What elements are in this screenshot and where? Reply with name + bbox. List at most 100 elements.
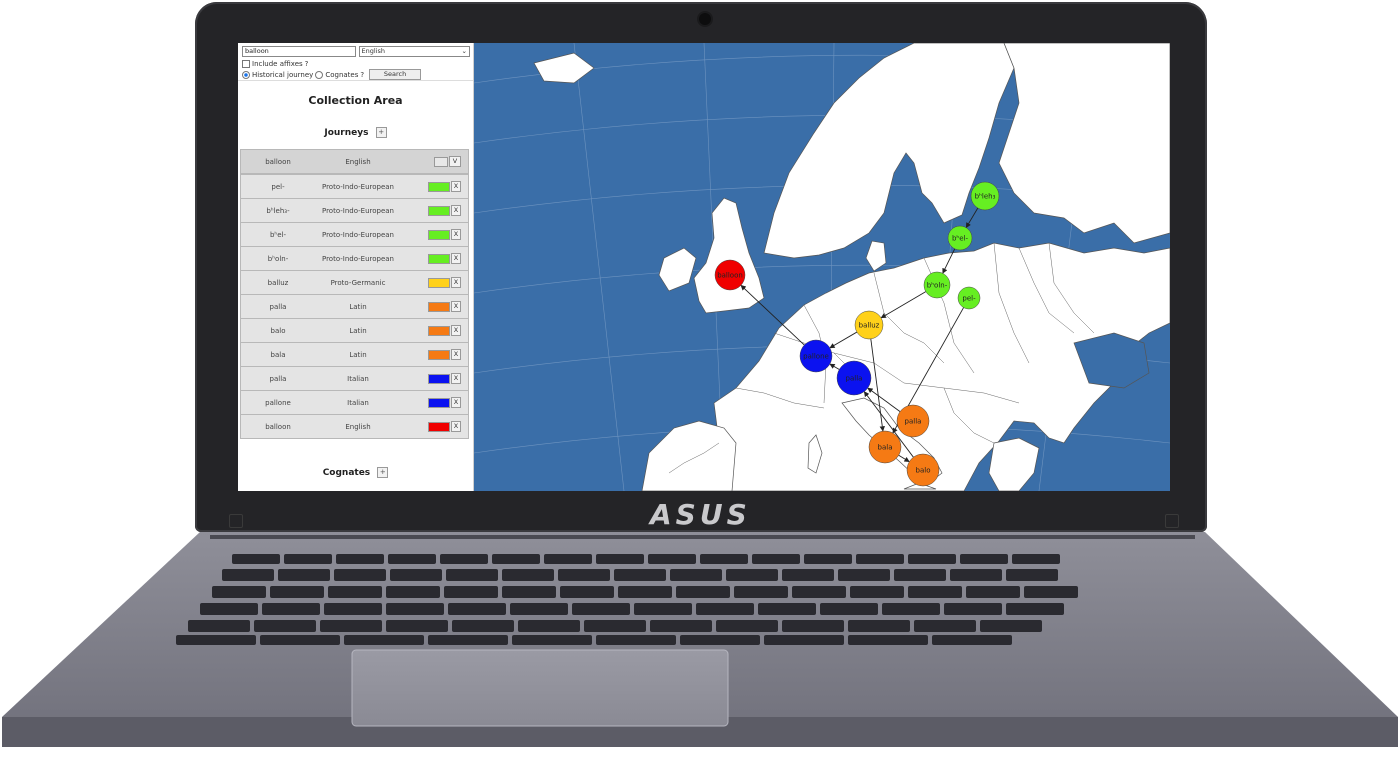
keyboard-key (558, 569, 610, 581)
word-node[interactable]: balloon (714, 259, 746, 291)
word-node[interactable]: balo (906, 453, 940, 487)
keyboard-key (320, 620, 382, 632)
keyboard-key (544, 554, 592, 564)
journey-color-swatch[interactable] (428, 397, 450, 408)
keyboard-key (188, 620, 250, 632)
keyboard-key (278, 569, 330, 581)
journey-color-swatch[interactable] (428, 421, 450, 432)
journey-row-word: pel- (271, 182, 285, 191)
word-node[interactable]: balluz (854, 310, 884, 340)
keyboard-key (518, 620, 580, 632)
keyboard-key (908, 554, 956, 564)
keyboard-key (752, 554, 800, 564)
word-node[interactable]: bʰel- (947, 225, 973, 251)
cognates-header: Cognates + (238, 467, 473, 478)
word-node[interactable]: pel- (957, 286, 981, 310)
journey-color-swatch[interactable] (428, 277, 450, 288)
include-affixes-checkbox[interactable] (242, 59, 250, 68)
word-node[interactable]: bʰoln- (923, 271, 951, 299)
journey-row-language: Italian (347, 398, 369, 407)
journey-row[interactable]: balo Latin X (240, 319, 469, 343)
keyboard-key (838, 569, 890, 581)
language-select-value: English (361, 47, 385, 55)
word-node[interactable]: bʰleh₃ (970, 181, 1000, 211)
journey-table: balloon English V pel- Proto-Indo-Europea… (240, 149, 469, 439)
keyboard-key (614, 569, 666, 581)
journey-color-swatch[interactable] (428, 301, 450, 312)
add-journey-button[interactable]: + (375, 127, 387, 138)
word-node[interactable]: palla (836, 360, 872, 396)
keyboard-key (618, 586, 672, 598)
word-node-label: bala (878, 444, 893, 452)
journey-row[interactable]: balloon English X (240, 415, 469, 439)
word-node[interactable]: bala (868, 430, 902, 464)
word-input[interactable]: balloon (242, 46, 356, 57)
remove-journey-button[interactable]: X (451, 301, 461, 312)
historical-journey-radio[interactable] (242, 70, 250, 79)
word-node-label: balo (916, 467, 931, 475)
keyboard-key (200, 603, 258, 615)
journey-color-toggle[interactable] (434, 156, 448, 167)
keyboard-key (492, 554, 540, 564)
keyboard-key (634, 603, 692, 615)
remove-journey-button[interactable]: X (451, 205, 461, 216)
journey-row[interactable]: bala Latin X (240, 343, 469, 367)
cognates-radio[interactable] (315, 70, 324, 79)
historical-journey-label: Historical journey (252, 70, 314, 79)
remove-journey-button[interactable]: X (451, 397, 461, 408)
remove-journey-button[interactable]: X (451, 277, 461, 288)
touchpad (351, 649, 729, 727)
keyboard-key (510, 603, 568, 615)
journey-color-swatch[interactable] (428, 205, 450, 216)
word-node-label: palla (905, 418, 922, 426)
journey-row[interactable]: bʰleh₃- Proto-Indo-European X (240, 199, 469, 223)
keyboard-key (650, 620, 712, 632)
word-node-label: bʰleh₃ (975, 193, 996, 201)
keyboard-key (444, 586, 498, 598)
journey-row-language: Proto-Indo-European (321, 206, 394, 215)
journey-row[interactable]: palla Italian X (240, 367, 469, 391)
journey-color-swatch[interactable] (428, 325, 450, 336)
journey-color-swatch[interactable] (428, 229, 450, 240)
keyboard-key (324, 603, 382, 615)
remove-journey-button[interactable]: X (451, 373, 461, 384)
remove-journey-button[interactable]: X (451, 421, 461, 432)
journey-row[interactable]: balluz Proto-Germanic X (240, 271, 469, 295)
journey-row[interactable]: pel- Proto-Indo-European X (240, 174, 469, 199)
add-cognate-button[interactable]: + (377, 467, 389, 478)
journey-row-language: English (345, 422, 371, 431)
remove-journey-button[interactable]: X (451, 253, 461, 264)
journey-row-language: Proto-Indo-European (321, 254, 394, 263)
word-node[interactable]: palla (896, 404, 930, 438)
word-node[interactable]: pallone (799, 339, 833, 373)
keyboard-key (390, 569, 442, 581)
search-button[interactable]: Search (369, 69, 422, 80)
journey-row[interactable]: bʰoln- Proto-Indo-European X (240, 247, 469, 271)
journey-color-swatch[interactable] (428, 373, 450, 384)
word-node-label: pallone (803, 353, 829, 361)
keyboard-key (560, 586, 614, 598)
journey-row[interactable]: palla Latin X (240, 295, 469, 319)
remove-journey-button[interactable]: X (451, 349, 461, 360)
journey-row[interactable]: pallone Italian X (240, 391, 469, 415)
journey-row-word: palla (269, 302, 287, 311)
journey-row-language: Proto-Indo-European (321, 230, 394, 239)
journey-row[interactable]: bʰel- Proto-Indo-European X (240, 223, 469, 247)
language-select[interactable]: English ⌄ (358, 46, 470, 57)
remove-journey-button[interactable]: X (451, 181, 461, 192)
journey-color-swatch[interactable] (428, 349, 450, 360)
keyboard-key (1006, 569, 1058, 581)
keyboard-key (232, 554, 280, 564)
side-panel: balloon English ⌄ Include affixes ? Hist… (238, 43, 474, 491)
journey-row-word: bala (270, 350, 286, 359)
remove-journey-button[interactable]: X (451, 229, 461, 240)
keyboard-key (446, 569, 498, 581)
europe-map[interactable]: bʰleh₃ bʰel-bʰoln-pel-balluz pallone palla p… (474, 43, 1170, 491)
journey-collapse-button[interactable]: V (449, 156, 461, 167)
journey-color-swatch[interactable] (428, 181, 450, 192)
journey-color-swatch[interactable] (428, 253, 450, 264)
keyboard-key (344, 635, 424, 645)
affix-help-icon[interactable]: ? (305, 60, 309, 68)
cognates-help-icon[interactable]: ? (360, 71, 364, 79)
remove-journey-button[interactable]: X (451, 325, 461, 336)
